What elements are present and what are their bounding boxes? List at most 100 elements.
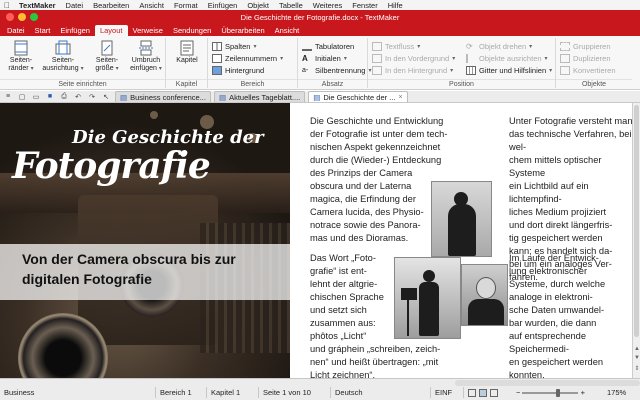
vordergrund-button[interactable]: In den Vordergrund ▾ [372, 53, 455, 64]
margins-icon [14, 40, 28, 56]
scroll-thumb[interactable] [634, 105, 639, 337]
konvertieren-button[interactable]: Konvertieren [560, 65, 616, 76]
menu-datei[interactable]: Datei [61, 1, 89, 10]
tabulatoren-button[interactable]: Tabulatoren [302, 41, 354, 52]
menu-app[interactable]: TextMaker [14, 1, 61, 10]
zoom-track[interactable] [522, 389, 579, 398]
drop-cap-icon: A [302, 54, 308, 63]
tab-datei[interactable]: Datei [2, 25, 30, 36]
scroll-up-icon[interactable]: ▲ [633, 346, 640, 354]
orientation-icon [55, 40, 71, 55]
pointer-icon[interactable]: ↖ [100, 92, 112, 102]
photo-woman[interactable] [431, 181, 492, 257]
seitenraender-button[interactable]: Seiten-ränder ▾ [4, 40, 38, 73]
photo-portrait[interactable] [461, 264, 508, 326]
doc-tab-geschichte[interactable]: ▤ Die Geschichte der ... × [308, 91, 408, 102]
grid-icon [466, 66, 476, 75]
view-normal-icon[interactable] [468, 388, 476, 397]
close-window-button[interactable] [6, 13, 14, 21]
menu-hilfe[interactable]: Hilfe [383, 1, 408, 10]
hintergrund-position-button[interactable]: In den Hintergrund ▾ [372, 65, 453, 76]
doc-icon: ▤ [218, 92, 227, 102]
hero-image[interactable]: Die Geschichte der Fotografie Von der Ca… [0, 103, 290, 378]
photo-face [476, 277, 496, 299]
save-icon[interactable]: ■ [44, 92, 56, 102]
tab-layout[interactable]: Layout [94, 25, 128, 36]
open-folder-icon[interactable]: ▭ [30, 92, 42, 102]
status-sprache[interactable]: Deutsch [330, 387, 430, 398]
status-seite[interactable]: Seite 1 von 10 [258, 387, 330, 398]
document-area[interactable]: Die Geschichte der Fotografie Von der Ca… [0, 103, 632, 378]
view-outline-icon[interactable] [490, 388, 498, 397]
duplizieren-button[interactable]: Duplizieren [560, 53, 611, 64]
doc-icon: ▤ [120, 92, 128, 102]
menu-fenster[interactable]: Fenster [347, 1, 382, 10]
apple-icon[interactable]:  [0, 1, 14, 10]
seitengroesse-button[interactable]: Seiten-größe ▾ [90, 40, 124, 73]
status-modus[interactable]: EINF [430, 387, 462, 398]
menu-bearbeiten[interactable]: Bearbeiten [88, 1, 134, 10]
system-menubar:  TextMaker Datei Bearbeiten Ansicht For… [0, 0, 640, 10]
initialen-button[interactable]: A Initialen ▾ [302, 53, 347, 64]
rotate-icon: ⟳ [466, 42, 473, 51]
close-tab-icon[interactable]: × [398, 94, 402, 101]
kapitel-button[interactable]: Kapitel [170, 40, 204, 65]
menu-weiteres[interactable]: Weiteres [308, 1, 347, 10]
tab-sendungen[interactable]: Sendungen [168, 25, 216, 36]
print-icon[interactable]: ⎙ [58, 92, 70, 102]
silbentrennung-button[interactable]: a- Silbentrennung ▾ [302, 65, 371, 76]
gitter-button[interactable]: Gitter und Hilfslinien ▾ [466, 65, 552, 76]
objekte-ausrichten-button[interactable]: Objekte ausrichten ▾ [466, 53, 548, 64]
send-backward-icon [372, 66, 382, 75]
photo-photographer[interactable] [394, 257, 461, 339]
menu-format[interactable]: Format [169, 1, 203, 10]
doc-icon: ▤ [313, 92, 321, 102]
tab-einfuegen[interactable]: Einfügen [55, 25, 95, 36]
menu-objekt[interactable]: Objekt [242, 1, 274, 10]
umbruch-einfuegen-button[interactable]: Umbruch einfügen ▾ [128, 40, 164, 73]
hintergrund-button[interactable]: Hintergrund [212, 65, 264, 76]
group-label-bereich: Bereich [208, 79, 297, 88]
menu-ansicht[interactable]: Ansicht [134, 1, 169, 10]
status-style[interactable]: Business [0, 387, 152, 398]
redo-icon[interactable]: ↷ [86, 92, 98, 102]
doc-tab-tageblatt[interactable]: ▤ Aktuelles Tageblatt.... [213, 91, 306, 102]
new-doc-icon[interactable]: ▢ [16, 92, 28, 102]
minimize-window-button[interactable] [18, 13, 26, 21]
group-kapitel: Kapitel Kapitel [166, 38, 208, 88]
page-nav-icon[interactable]: ⇕ [633, 365, 640, 373]
zoom-in-icon[interactable]: + [581, 388, 585, 397]
scroll-down-icon[interactable]: ▼ [633, 355, 640, 363]
tab-ueberarbeiten[interactable]: Überarbeiten [216, 25, 269, 36]
tab-ansicht[interactable]: Ansicht [270, 25, 305, 36]
sidebar-toggle-icon[interactable]: ≡ [2, 92, 14, 102]
background-icon [212, 66, 222, 75]
horizontal-scrollbar[interactable] [455, 380, 640, 386]
seitenausrichtung-button[interactable]: Seiten-ausrichtung ▾ [40, 40, 86, 73]
view-page-icon[interactable] [479, 388, 487, 397]
gruppieren-button[interactable]: Gruppieren [560, 41, 611, 52]
menu-tabelle[interactable]: Tabelle [274, 1, 308, 10]
zeilennummern-button[interactable]: Zeilennummern ▾ [212, 53, 283, 64]
vertical-scrollbar[interactable]: ▲ ▼ ⇕ [632, 103, 640, 378]
text-column-2b[interactable]: Im Laufe der Entwick- lung elektronische… [509, 252, 632, 378]
spalten-button[interactable]: Spalten ▾ [212, 41, 256, 52]
group-position: Textfluss ▾ In den Vordergrund ▾ In den Hi… [368, 38, 556, 88]
hero-subtitle-band: Von der Camera obscura bis zur digitalen… [0, 244, 290, 300]
align-icon [466, 54, 476, 63]
zoom-window-button[interactable] [30, 13, 38, 21]
doc-tab-business[interactable]: ▤ Business conference... [115, 91, 211, 102]
tab-verweise[interactable]: Verweise [128, 25, 168, 36]
paragraph: Im Laufe der Entwick- lung elektronische… [509, 253, 606, 378]
menu-einfuegen[interactable]: Einfügen [203, 1, 243, 10]
textfluss-button[interactable]: Textfluss ▾ [372, 41, 420, 52]
zoom-value[interactable]: 175% [603, 387, 640, 398]
zoom-slider[interactable]: − + [512, 387, 602, 398]
zoom-out-icon[interactable]: − [516, 388, 520, 397]
objekt-drehen-button[interactable]: ⟳ Objekt drehen ▾ [466, 41, 532, 52]
line-numbers-icon [212, 54, 222, 63]
undo-icon[interactable]: ↶ [72, 92, 84, 102]
zoom-thumb[interactable] [556, 389, 561, 398]
hero-title-main: Fotografie [12, 145, 211, 187]
tab-start[interactable]: Start [30, 25, 56, 36]
